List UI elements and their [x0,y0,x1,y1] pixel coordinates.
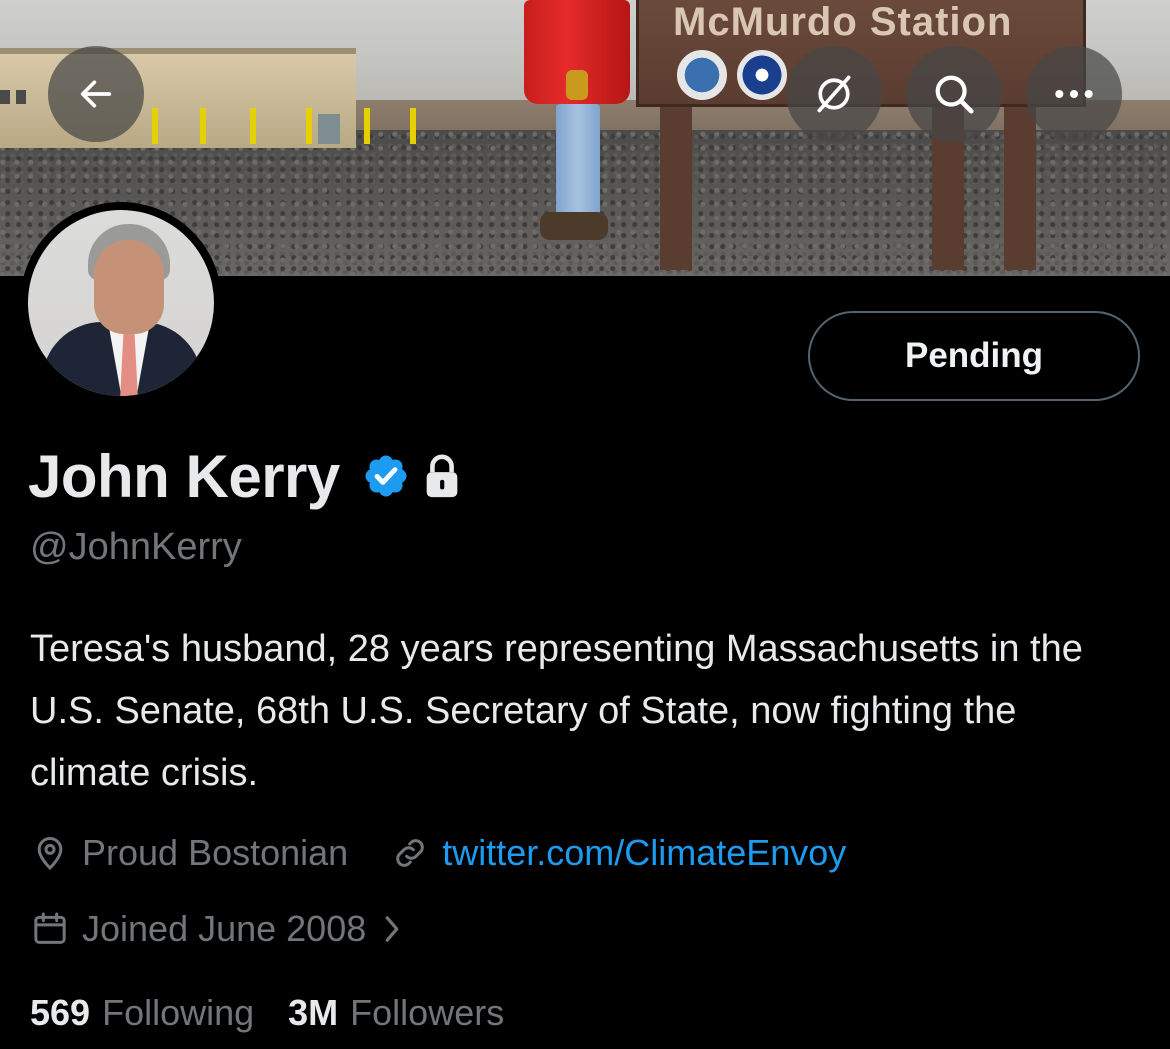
protected-lock-icon [426,454,458,498]
followers-label: Followers [350,992,505,1033]
location-pin-icon [37,837,63,871]
banner-person [556,104,600,220]
more-icon [1055,89,1093,99]
search-button[interactable] [906,46,1002,142]
more-button[interactable] [1026,46,1122,142]
display-name: John Kerry [28,442,340,510]
profile-meta-row: Proud Bostonian twitter.com/ClimateEnvoy [30,830,846,876]
profile-bio: Teresa's husband, 28 years representing … [30,628,1083,794]
chevron-right-icon [385,916,399,942]
antarctic-logo-icon [737,50,787,100]
back-button[interactable] [48,46,144,142]
verified-badge-icon[interactable] [362,452,410,500]
no-sync-icon [817,75,851,113]
avatar[interactable] [20,202,222,404]
banner-sign-title: McMurdo Station [673,0,1013,44]
following-link[interactable]: 569 Following [30,992,254,1034]
no-sync-button[interactable] [786,46,882,142]
joined-date: Joined June 2008 [82,908,367,949]
location-text: Proud Bostonian [82,832,349,873]
follow-counts: 569 Following 3M Followers [30,992,504,1034]
joined-row[interactable]: Joined June 2008 [30,906,416,952]
followers-link[interactable]: 3M Followers [288,992,504,1034]
link-icon [396,839,425,867]
following-label: Following [102,992,255,1033]
back-arrow-icon [80,80,112,108]
pending-button[interactable]: Pending [808,311,1140,401]
following-count: 569 [30,992,91,1033]
search-icon [935,75,974,114]
followers-count: 3M [288,992,339,1033]
name-row: John Kerry [28,440,462,512]
profile-website-link[interactable]: twitter.com/ClimateEnvoy [442,832,846,874]
username-handle: @JohnKerry [30,526,242,568]
calendar-icon [34,912,66,944]
avatar-image [28,210,214,396]
nsf-logo-icon [677,50,727,100]
